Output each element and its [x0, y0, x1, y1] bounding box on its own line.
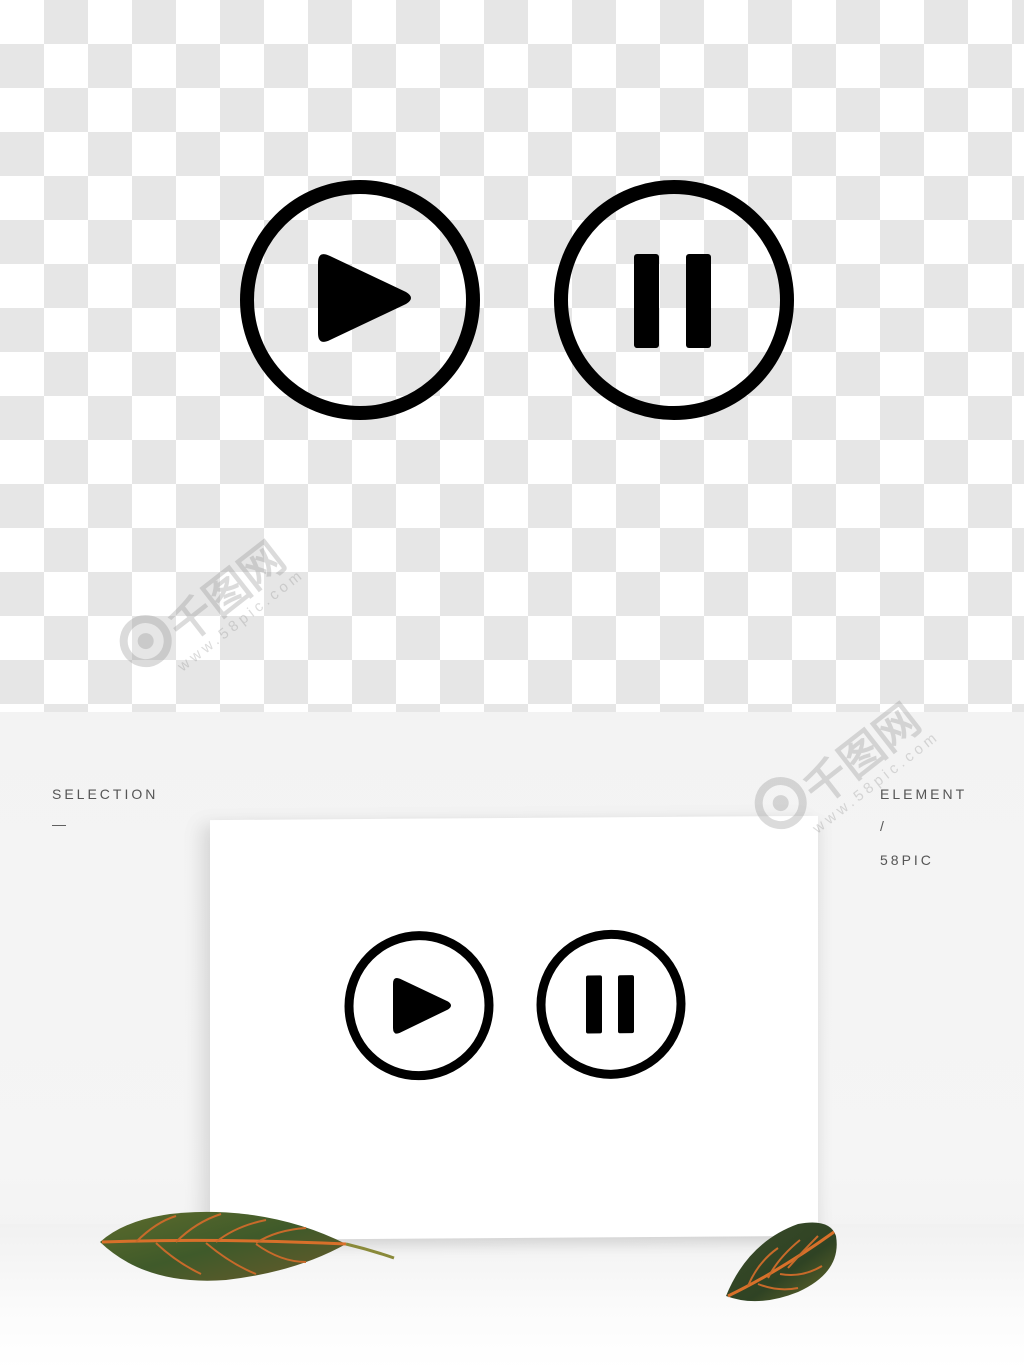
play-circle-icon	[344, 931, 494, 1081]
display-card	[210, 815, 818, 1241]
pause-circle-icon	[554, 180, 794, 420]
mockup-scene: SELECTION — ELEMENT / 58PIC 千图网 www.58pi…	[0, 694, 1024, 1369]
left-caption-line1: SELECTION	[52, 786, 159, 802]
leaf-left-image	[100, 1211, 395, 1281]
leaf-right-image	[726, 1222, 837, 1302]
play-circle-icon	[240, 180, 480, 420]
right-caption-line3: 58PIC	[880, 852, 934, 868]
pause-circle-icon	[536, 929, 686, 1079]
left-caption-line2: —	[52, 816, 69, 832]
